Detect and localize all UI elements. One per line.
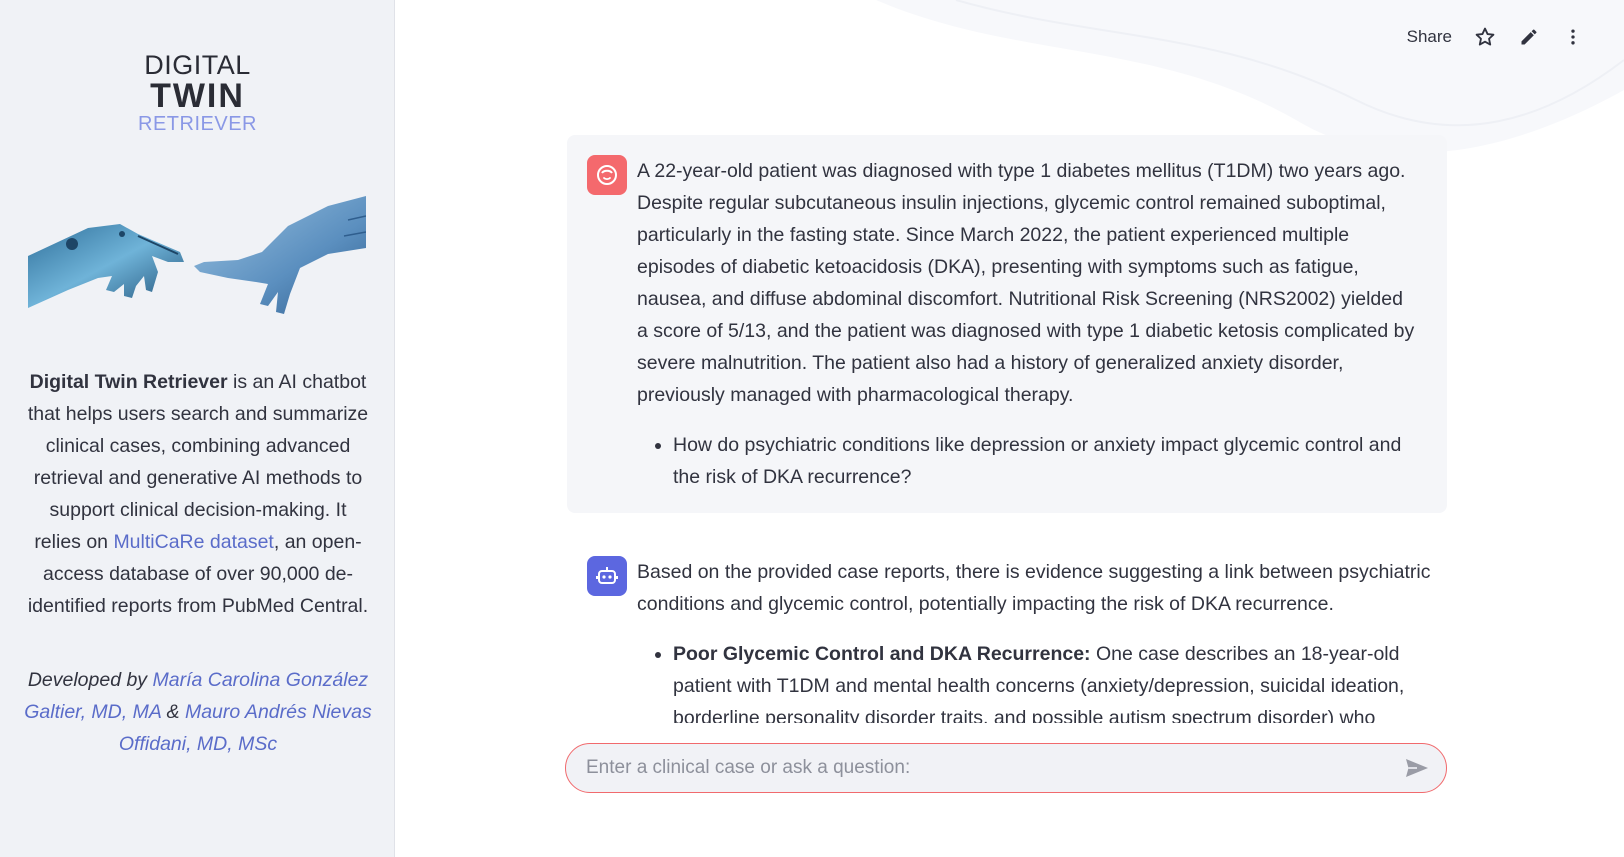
assistant-bullet-title: Poor Glycemic Control and DKA Recurrence… [673,643,1091,665]
chat-input-box [565,743,1447,793]
toolbar: Share [1407,26,1584,48]
about-brand: Digital Twin Retriever [29,371,228,393]
app-logo: DIGITAL TWIN RETRIEVER [0,50,395,136]
assistant-message-bullet: Poor Glycemic Control and DKA Recurrence… [673,638,1437,723]
main-area: Share A 22-year-old patient was diagnose… [396,0,1624,857]
app: DIGITAL TWIN RETRIEVER Digital Twin Retr… [0,0,1624,857]
credits-prefix: Developed by [27,669,153,691]
credits-separator: & [161,701,185,723]
multicare-dataset-link[interactable]: MultiCaRe dataset [113,531,273,553]
about-text-part-1: is an AI chatbot that helps users search… [27,371,369,553]
assistant-message-paragraph: Based on the provided case reports, ther… [637,561,1431,615]
assistant-message-text: Based on the provided case reports, ther… [637,556,1437,723]
pencil-icon[interactable] [1518,26,1540,48]
assistant-message: Based on the provided case reports, ther… [567,538,1447,723]
robot-human-hands-image [28,196,366,314]
user-message: A 22-year-old patient was diagnosed with… [567,135,1447,513]
assistant-message-list: Poor Glycemic Control and DKA Recurrence… [637,638,1437,723]
user-message-text: A 22-year-old patient was diagnosed with… [637,155,1417,493]
logo-line-3: RETRIEVER [138,113,257,135]
share-button[interactable]: Share [1407,27,1452,47]
about-text: Digital Twin Retriever is an AI chatbot … [24,366,372,622]
star-icon[interactable] [1474,26,1496,48]
sidebar: DIGITAL TWIN RETRIEVER Digital Twin Retr… [0,0,395,857]
user-message-paragraph: A 22-year-old patient was diagnosed with… [637,160,1415,406]
bot-avatar-icon [587,556,627,596]
send-icon[interactable] [1404,756,1430,780]
user-avatar-icon [587,155,627,195]
more-vertical-icon[interactable] [1562,26,1584,48]
chat-input-field[interactable] [586,744,1376,791]
logo-line-2: TWIN [150,77,245,115]
user-message-bullet: How do psychiatric conditions like depre… [673,429,1417,493]
credits-text: Developed by María Carolina González Gal… [24,664,372,760]
logo-line-1: DIGITAL [144,50,251,80]
user-message-list: How do psychiatric conditions like depre… [637,429,1417,493]
